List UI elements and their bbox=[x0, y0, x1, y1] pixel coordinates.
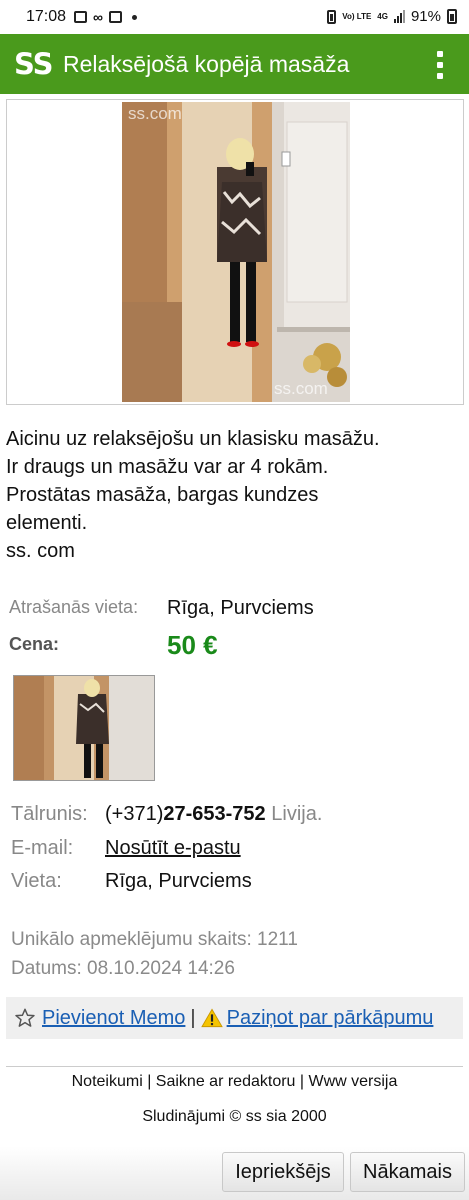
phone-prefix: (+371) bbox=[105, 803, 164, 825]
place-value: Rīga, Purvciems bbox=[105, 870, 252, 892]
location-row: Atrašanās vieta: Rīga, Purvciems bbox=[9, 597, 314, 619]
description-line: Ir draugs un masāžu var ar 4 rokām. bbox=[6, 456, 329, 478]
email-label: E-mail: bbox=[11, 837, 74, 859]
phone-label: Tālrunis: bbox=[11, 803, 88, 825]
page-title: Relaksējošā kopējā masāža bbox=[63, 51, 350, 77]
next-button[interactable]: Nākamais bbox=[350, 1152, 465, 1192]
phone-contact-name: Livija. bbox=[271, 803, 323, 825]
phone-row: Tālrunis: (+371)27-653-752 Livija. bbox=[11, 803, 322, 826]
add-memo-link[interactable]: Pievienot Memo bbox=[42, 1007, 185, 1030]
price-value: 50 € bbox=[167, 630, 218, 660]
footer-copyright: Sludinājumi © ss sia 2000 bbox=[142, 1108, 327, 1125]
description-line: Aicinu uz relaksējošu un klasisku masāžu… bbox=[6, 428, 380, 450]
warning-icon[interactable] bbox=[200, 1008, 223, 1028]
action-bar: Pievienot Memo | Paziņot par pārkāpumu bbox=[6, 997, 463, 1039]
listing-photo-image: ss.com ss.com bbox=[122, 102, 350, 402]
volte-icon: Vo) LTE bbox=[342, 11, 372, 21]
action-separator: | bbox=[190, 1006, 196, 1029]
listing-description: Aicinu uz relaksējošu un klasisku masāžu… bbox=[6, 425, 466, 565]
more-vertical-icon[interactable] bbox=[437, 51, 443, 79]
visit-count: Unikālo apmeklējumu skaits: 1211 bbox=[11, 929, 298, 950]
price-row: Cena: 50 € bbox=[9, 630, 218, 660]
place-row: Vieta: Rīga, Purvciems bbox=[11, 870, 252, 893]
post-date: Datums: 08.10.2024 14:26 bbox=[11, 958, 235, 979]
star-icon[interactable] bbox=[14, 1007, 36, 1029]
system-icons: Vo) LTE 4G 91% bbox=[327, 8, 457, 25]
network-type-icon: 4G bbox=[377, 11, 388, 21]
footer-divider bbox=[6, 1066, 463, 1067]
photo-watermark-bottom: ss.com bbox=[274, 379, 328, 398]
description-line: Prostātas masāža, bargas kundzes bbox=[6, 484, 319, 506]
photo-watermark-top: ss.com bbox=[128, 104, 182, 123]
phone-number[interactable]: 27-653-752 bbox=[163, 803, 265, 825]
signal-icon bbox=[393, 10, 405, 23]
price-label: Cena: bbox=[9, 634, 60, 654]
status-time: 17:08 bbox=[26, 8, 67, 25]
listing-photo-frame: ss.com ss.com bbox=[6, 99, 464, 405]
status-bar: 17:08 ∞ Vo) LTE 4G 91% bbox=[0, 0, 469, 34]
calendar-icon bbox=[108, 11, 122, 23]
notification-icons: ∞ bbox=[74, 9, 137, 25]
voicemail-icon: ∞ bbox=[93, 9, 103, 25]
ss-logo[interactable]: SS bbox=[14, 47, 53, 81]
description-line: ss. com bbox=[6, 540, 75, 562]
description-line: elementi. bbox=[6, 512, 88, 534]
listing-photo[interactable]: ss.com ss.com bbox=[122, 102, 350, 402]
battery-level: 91% bbox=[410, 8, 441, 25]
photo-thumbnail-image bbox=[14, 676, 154, 780]
report-violation-link[interactable]: Paziņot par pārkāpumu bbox=[227, 1007, 434, 1030]
place-label: Vieta: bbox=[11, 870, 62, 892]
send-email-link[interactable]: Nosūtīt e-pastu bbox=[105, 837, 241, 860]
app-bar: SS Relaksējošā kopējā masāža bbox=[0, 34, 469, 94]
battery-saver-icon bbox=[327, 9, 337, 24]
footer-links[interactable]: Noteikumi | Saikne ar redaktoru | Www ve… bbox=[0, 1073, 469, 1091]
location-value: Rīga, Purvciems bbox=[167, 597, 314, 619]
gallery-icon bbox=[74, 11, 87, 23]
email-row: E-mail: Nosūtīt e-pastu bbox=[11, 837, 241, 860]
photo-thumbnail[interactable] bbox=[13, 675, 155, 781]
previous-button[interactable]: Iepriekšējs bbox=[222, 1152, 344, 1192]
battery-icon bbox=[447, 9, 457, 24]
location-label: Atrašanās vieta: bbox=[9, 597, 139, 617]
bottom-nav: Iepriekšējs Nākamais bbox=[0, 1146, 469, 1200]
more-notifications-dot bbox=[131, 14, 137, 20]
